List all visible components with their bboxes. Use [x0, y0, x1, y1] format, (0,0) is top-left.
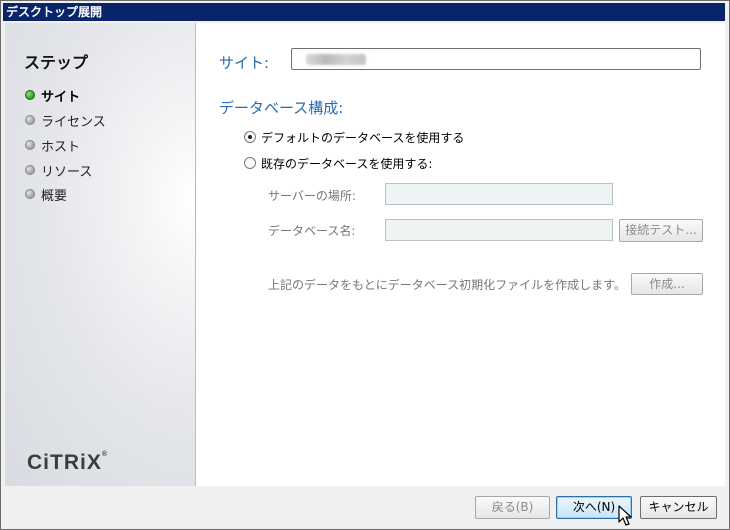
- connection-test-button[interactable]: 接続テスト...: [619, 219, 703, 242]
- step-license: ライセンス: [25, 111, 106, 130]
- back-button[interactable]: 戻る(B): [475, 496, 550, 519]
- database-name-label: データベース名:: [268, 224, 356, 238]
- inactive-step-icon: [25, 115, 35, 125]
- redacted-site-name: [306, 54, 366, 65]
- step-label: サイト: [41, 89, 81, 105]
- server-location-label: サーバーの場所:: [268, 189, 356, 203]
- radio-existing-label: 既存のデータベースを使用する:: [261, 156, 433, 171]
- site-page: サイト: データベース構成: デフォルトのデータベースを使用する 既存のデータベ…: [196, 23, 725, 486]
- create-button[interactable]: 作成...: [631, 273, 703, 295]
- radio-checked-icon[interactable]: [244, 131, 256, 143]
- active-step-icon: [25, 90, 35, 100]
- step-resource: リソース: [25, 161, 93, 180]
- step-summary: 概要: [25, 185, 68, 204]
- deployment-wizard-window: デスクトップ展開 ステップ サイト ライセンス ホスト リソース 概要 CiTR…: [0, 0, 730, 530]
- step-site: サイト: [25, 86, 81, 105]
- server-location-input[interactable]: [385, 183, 613, 205]
- radio-existing-database[interactable]: 既存のデータベースを使用する:: [244, 155, 432, 171]
- wizard-footer: 戻る(B) 次へ(N) キャンセル: [5, 487, 725, 525]
- steps-sidebar: ステップ サイト ライセンス ホスト リソース 概要 CiTRiX®: [5, 23, 196, 486]
- step-label: ホスト: [41, 139, 81, 155]
- site-label: サイト:: [219, 54, 270, 72]
- cancel-button[interactable]: キャンセル: [640, 496, 717, 519]
- radio-unchecked-icon[interactable]: [244, 157, 256, 169]
- database-config-header: データベース構成:: [219, 99, 344, 117]
- site-name-input[interactable]: [291, 48, 701, 70]
- citrix-logo: CiTRiX®: [27, 451, 109, 474]
- mouse-pointer-icon: [618, 505, 632, 526]
- step-label: ライセンス: [41, 114, 106, 130]
- steps-title: ステップ: [24, 53, 89, 72]
- window-title[interactable]: デスクトップ展開: [3, 3, 725, 21]
- step-label: リソース: [41, 164, 93, 180]
- database-name-input[interactable]: [385, 219, 613, 241]
- radio-default-database[interactable]: デフォルトのデータベースを使用する: [244, 129, 464, 145]
- inactive-step-icon: [25, 165, 35, 175]
- init-file-description: 上記のデータをもとにデータベース初期化ファイルを作成します。: [268, 278, 626, 292]
- inactive-step-icon: [25, 140, 35, 150]
- step-label: 概要: [41, 188, 68, 204]
- inactive-step-icon: [25, 189, 35, 199]
- step-host: ホスト: [25, 136, 81, 155]
- radio-default-label: デフォルトのデータベースを使用する: [261, 130, 465, 145]
